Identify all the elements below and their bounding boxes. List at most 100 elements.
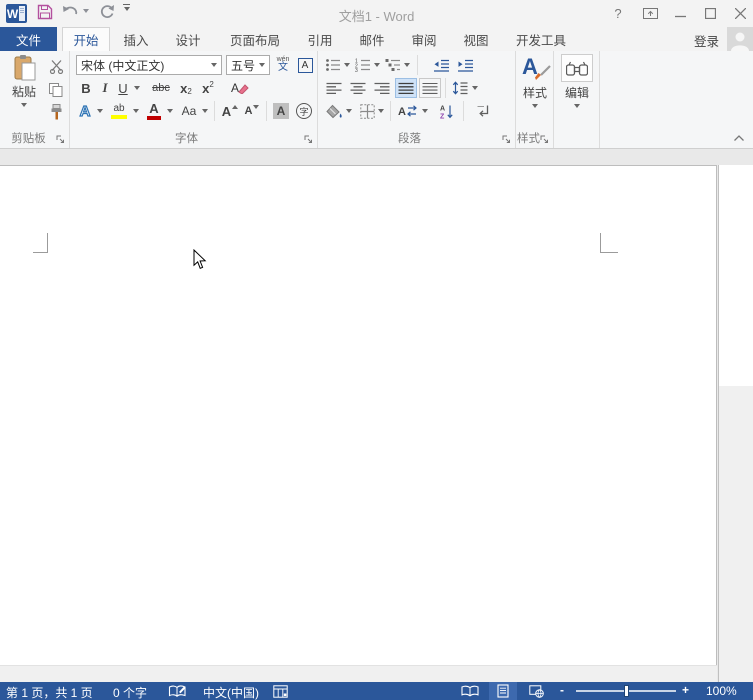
show-hide-marks-button[interactable] xyxy=(473,101,493,121)
paste-button[interactable]: 粘贴 xyxy=(4,54,44,107)
font-dialog-launcher[interactable] xyxy=(303,134,314,145)
zoom-out-button[interactable]: - xyxy=(560,683,564,697)
zoom-slider-thumb[interactable] xyxy=(624,685,629,697)
shading-caret[interactable] xyxy=(344,101,353,121)
bullets-button[interactable] xyxy=(324,55,342,75)
macro-recording-button[interactable] xyxy=(273,685,288,700)
phonetic-guide-button[interactable]: wén 文 xyxy=(272,54,294,74)
styles-button[interactable]: A 样式 xyxy=(518,54,552,108)
editing-dropdown-caret[interactable] xyxy=(574,104,580,108)
save-button[interactable] xyxy=(37,4,53,20)
tab-page-layout[interactable]: 页面布局 xyxy=(222,27,288,51)
asian-layout-caret[interactable] xyxy=(420,101,429,121)
superscript-button[interactable]: x2 xyxy=(198,78,218,98)
sign-in-link[interactable]: 登录 xyxy=(694,31,719,50)
user-avatar[interactable] xyxy=(727,27,753,51)
font-color-caret[interactable] xyxy=(165,101,174,121)
styles-dropdown-caret[interactable] xyxy=(532,104,538,108)
clear-formatting-button[interactable]: A xyxy=(228,78,252,98)
copy-button[interactable] xyxy=(46,79,66,99)
character-border-button[interactable]: A xyxy=(296,55,314,75)
redo-button[interactable] xyxy=(99,4,115,19)
text-effects-button[interactable]: A xyxy=(76,101,94,121)
sort-button[interactable]: AZ xyxy=(436,101,456,121)
subscript-button[interactable]: x2 xyxy=(176,78,196,98)
tab-design[interactable]: 设计 xyxy=(166,27,210,51)
tab-developer[interactable]: 开发工具 xyxy=(508,27,574,51)
tab-mailings[interactable]: 邮件 xyxy=(350,27,394,51)
tab-view[interactable]: 视图 xyxy=(454,27,498,51)
collapse-ribbon-button[interactable] xyxy=(730,128,748,148)
align-center-button[interactable] xyxy=(348,78,368,98)
word-count-indicator[interactable]: 0 个字 xyxy=(113,684,147,700)
web-layout-button[interactable] xyxy=(522,682,550,700)
shrink-font-button[interactable]: A xyxy=(243,101,261,121)
editing-button[interactable]: 编辑 xyxy=(559,54,595,108)
zoom-in-button[interactable]: + xyxy=(682,683,689,697)
minimize-button[interactable] xyxy=(670,3,690,23)
shading-button[interactable] xyxy=(324,101,344,121)
font-name-caret[interactable] xyxy=(211,63,217,67)
customize-qat-button[interactable] xyxy=(123,4,130,11)
print-layout-button[interactable] xyxy=(489,682,517,700)
line-spacing-caret[interactable] xyxy=(470,78,479,98)
maximize-button[interactable] xyxy=(700,3,720,23)
multilevel-list-button[interactable] xyxy=(384,55,402,75)
numbering-caret[interactable] xyxy=(372,55,381,75)
help-button[interactable]: ? xyxy=(608,3,628,23)
numbering-button[interactable]: 123 xyxy=(354,55,372,75)
close-button[interactable] xyxy=(730,3,750,23)
highlight-caret[interactable] xyxy=(131,101,140,121)
change-case-button[interactable]: Aa xyxy=(178,101,200,121)
text-effects-caret[interactable] xyxy=(95,101,104,121)
undo-button[interactable] xyxy=(62,4,89,18)
multilevel-caret[interactable] xyxy=(402,55,411,75)
language-indicator[interactable]: 中文(中国) xyxy=(203,684,259,700)
justify-button[interactable] xyxy=(395,78,417,98)
styles-dialog-launcher[interactable] xyxy=(539,134,550,145)
enclose-characters-button[interactable]: 字 xyxy=(294,101,314,121)
paragraph-dialog-launcher[interactable] xyxy=(501,134,512,145)
format-painter-button[interactable] xyxy=(46,102,66,122)
strikethrough-button[interactable]: abc xyxy=(148,78,174,98)
increase-indent-button[interactable] xyxy=(454,55,476,75)
bullets-caret[interactable] xyxy=(342,55,351,75)
proofing-status-button[interactable] xyxy=(168,684,187,700)
decrease-indent-button[interactable] xyxy=(430,55,452,75)
tab-file[interactable]: 文件 xyxy=(0,27,57,51)
vertical-scrollbar-thumb[interactable] xyxy=(719,165,753,386)
borders-caret[interactable] xyxy=(376,101,385,121)
align-left-button[interactable] xyxy=(324,78,344,98)
tab-review[interactable]: 审阅 xyxy=(402,27,446,51)
tab-insert[interactable]: 插入 xyxy=(114,27,158,51)
distribute-button[interactable] xyxy=(419,78,441,98)
paste-dropdown-caret[interactable] xyxy=(21,103,27,107)
zoom-level-button[interactable]: 100% xyxy=(706,684,737,698)
read-mode-button[interactable] xyxy=(456,682,484,700)
line-spacing-button[interactable] xyxy=(450,78,470,98)
document-area[interactable] xyxy=(0,149,753,682)
font-name-combobox[interactable]: 宋体 (中文正文) xyxy=(76,55,222,75)
grow-font-button[interactable]: A xyxy=(220,101,240,121)
character-shading-button[interactable]: A xyxy=(271,101,291,121)
undo-dropdown-caret[interactable] xyxy=(83,9,89,13)
underline-button[interactable]: U xyxy=(116,78,130,98)
tab-references[interactable]: 引用 xyxy=(298,27,342,51)
align-right-button[interactable] xyxy=(372,78,392,98)
bold-button[interactable]: B xyxy=(78,78,94,98)
horizontal-scrollbar[interactable] xyxy=(0,665,717,682)
tab-home[interactable]: 开始 xyxy=(62,27,110,51)
clipboard-dialog-launcher[interactable] xyxy=(55,134,66,145)
underline-dropdown-caret[interactable] xyxy=(132,78,142,98)
asian-layout-button[interactable]: A xyxy=(396,101,420,121)
vertical-scrollbar[interactable] xyxy=(718,165,753,682)
font-color-button[interactable]: A xyxy=(144,101,164,121)
borders-button[interactable] xyxy=(358,101,376,121)
italic-button[interactable]: I xyxy=(98,78,112,98)
cut-button[interactable] xyxy=(46,56,66,76)
font-size-caret[interactable] xyxy=(259,63,265,67)
highlight-color-button[interactable]: ab xyxy=(108,101,130,121)
change-case-caret[interactable] xyxy=(200,101,209,121)
page-number-indicator[interactable]: 第 1 页，共 1 页 xyxy=(6,684,93,700)
ribbon-display-options-button[interactable] xyxy=(640,3,660,23)
